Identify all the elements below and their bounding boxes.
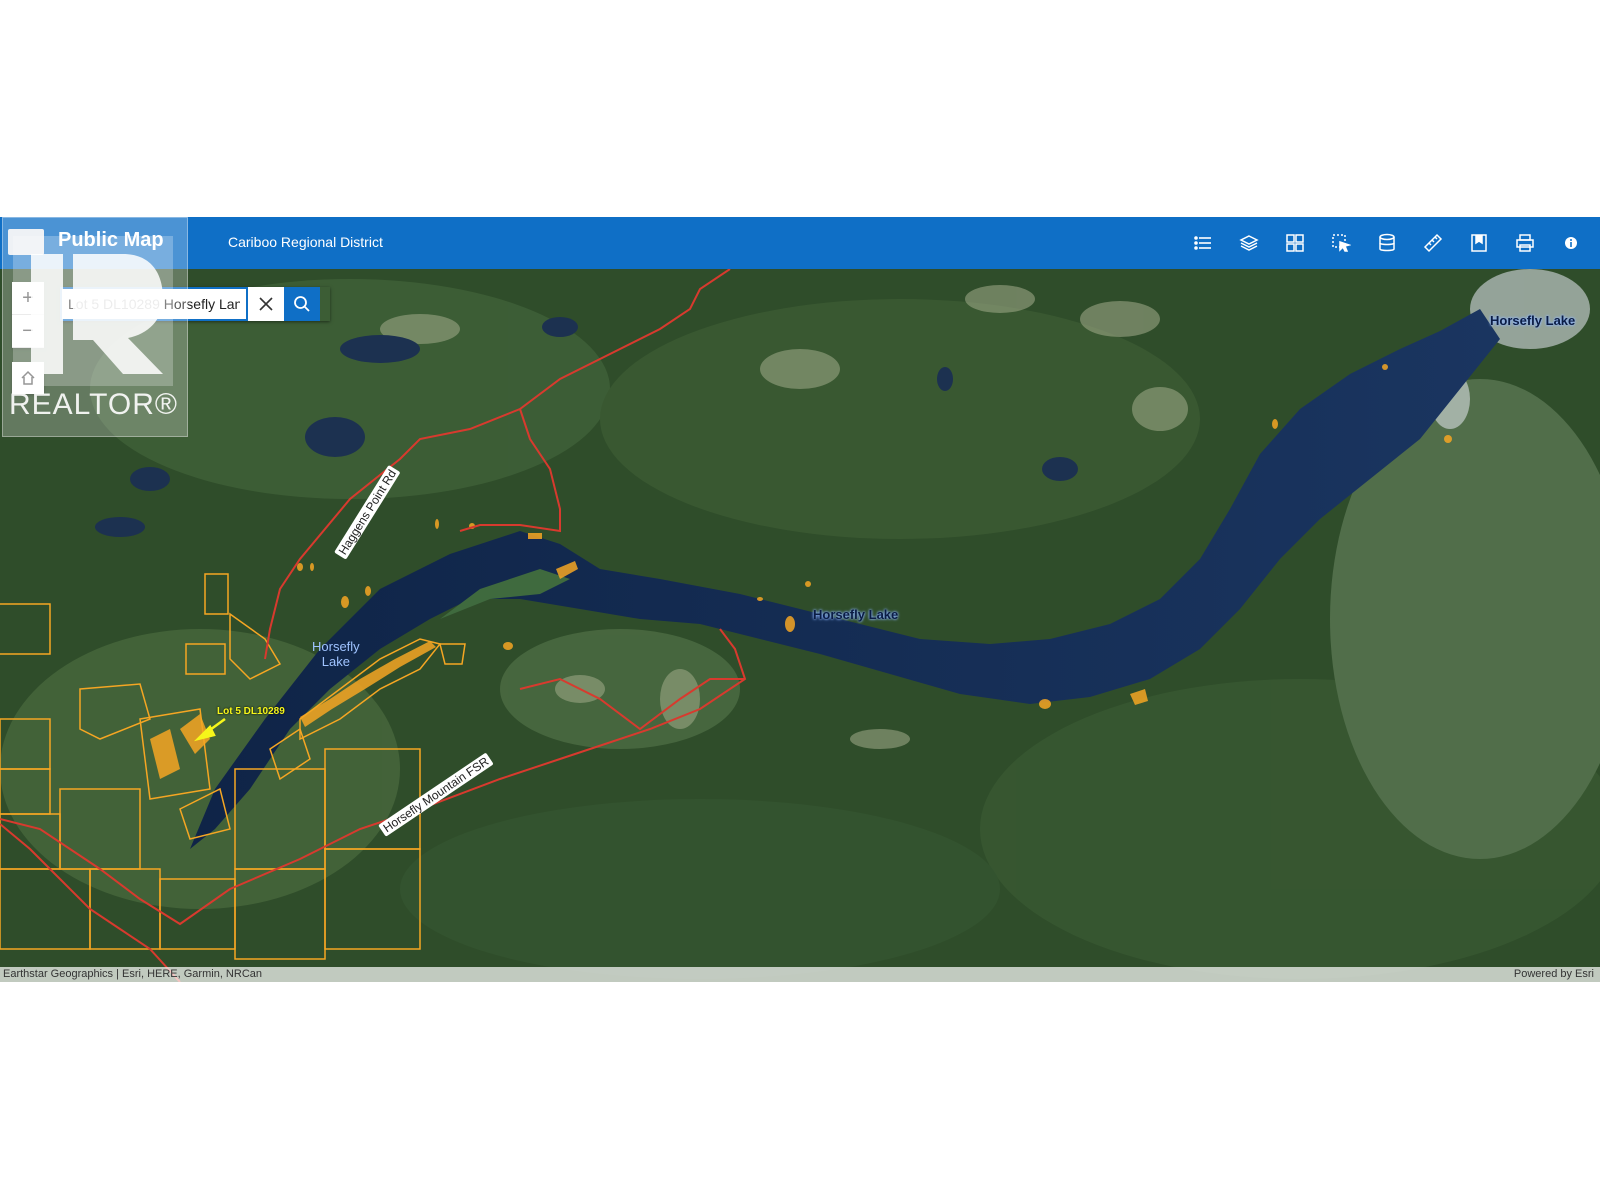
select-icon: [1332, 234, 1351, 252]
print-button[interactable]: [1502, 225, 1548, 261]
label-horsefly-lake-west-line2: Lake: [321, 654, 350, 669]
search-button[interactable]: [284, 287, 320, 321]
app-header: Public Map Cariboo Regional District: [0, 217, 1600, 269]
realtor-watermark: REALTOR®: [2, 217, 188, 437]
powered-by-text: Powered by Esri: [1513, 968, 1594, 980]
attribution-bar: Earthstar Geographics | Esri, HERE, Garm…: [0, 967, 1600, 982]
bookmark-button[interactable]: [1456, 225, 1502, 261]
realtor-wordmark: REALTOR®: [9, 388, 179, 421]
close-icon: [259, 297, 273, 311]
clear-search-button[interactable]: [248, 287, 284, 321]
legend-button[interactable]: [1180, 225, 1226, 261]
label-horsefly-lake-east: Horsefly Lake: [1490, 313, 1576, 328]
layers-icon: [1239, 235, 1259, 251]
select-button[interactable]: [1318, 225, 1364, 261]
bookmark-icon: [1471, 234, 1487, 252]
list-icon: [1194, 236, 1211, 250]
org-name: Cariboo Regional District: [228, 234, 383, 250]
layers-button[interactable]: [1226, 225, 1272, 261]
grid-icon: [1286, 234, 1304, 252]
map-canvas[interactable]: [0, 269, 1600, 982]
about-button[interactable]: [1548, 225, 1594, 261]
search-icon: [294, 296, 310, 312]
measure-button[interactable]: [1410, 225, 1456, 261]
measure-icon: [1423, 233, 1443, 253]
database-icon: [1379, 233, 1395, 252]
toolbar: [1180, 225, 1594, 261]
basemap-gallery-button[interactable]: [1272, 225, 1318, 261]
map-view[interactable]: Horsefly Lake Horsefly Lake Horsefly Lak…: [0, 269, 1600, 982]
data-button[interactable]: [1364, 225, 1410, 261]
label-lot: Lot 5 DL10289: [217, 706, 285, 717]
map-app: Horsefly Lake Horsefly Lake Horsefly Lak…: [0, 217, 1600, 982]
label-horsefly-lake-west: Horsefly Lake: [312, 639, 360, 669]
attribution-text: Earthstar Geographics | Esri, HERE, Garm…: [3, 968, 262, 980]
print-icon: [1516, 234, 1534, 252]
info-icon: [1565, 237, 1577, 249]
label-horsefly-lake-main: Horsefly Lake: [813, 607, 899, 622]
label-horsefly-lake-west-line1: Horsefly: [312, 639, 360, 654]
realtor-logo: [13, 236, 173, 386]
